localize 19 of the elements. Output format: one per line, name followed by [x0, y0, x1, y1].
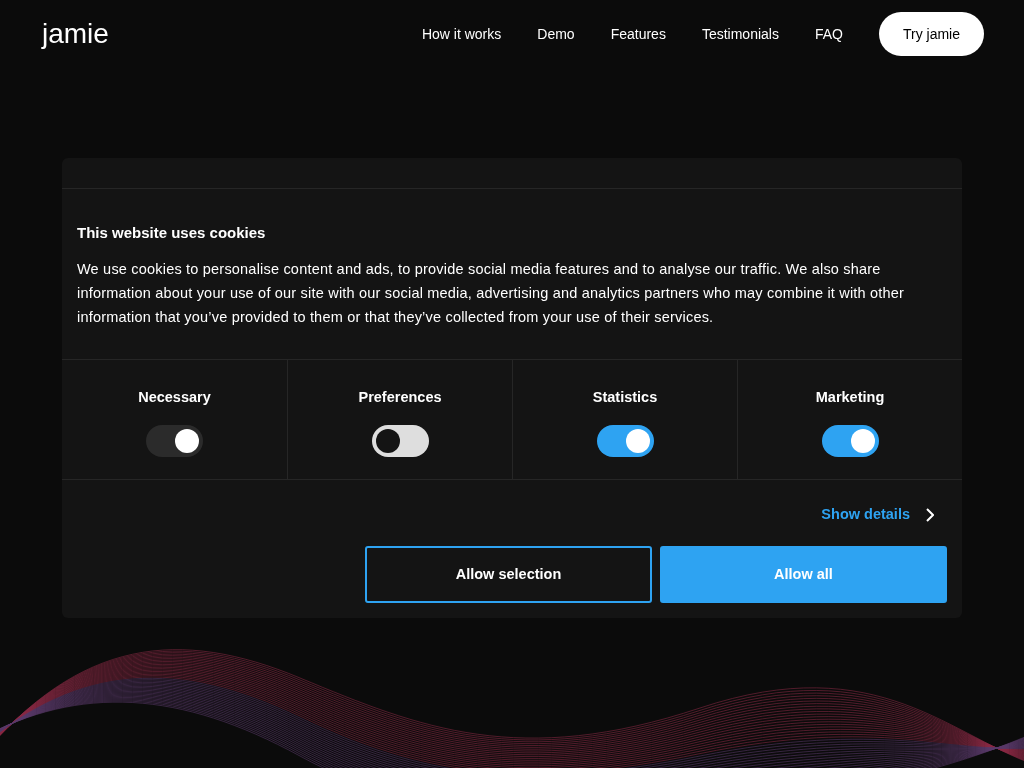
category-label: Marketing: [815, 387, 885, 407]
toggle-switch[interactable]: [596, 425, 654, 458]
nav-link[interactable]: Testimonials: [701, 23, 779, 45]
dialog-title: This website uses cookies: [77, 223, 267, 243]
category-label: Statistics: [592, 387, 658, 407]
try-button[interactable]: Try jamie: [878, 12, 984, 56]
nav-link[interactable]: Features: [610, 23, 666, 45]
show-details-link[interactable]: Show details: [821, 504, 910, 526]
allow-button[interactable]: Allow selection: [365, 546, 652, 603]
dialog-body: We use cookies to personalise content and ads, to provide social media features and to analyse our traffic. We also share information about your use of our site with our social media, advertising and analytics partners who may combine it with other information that you’ve provided to them or that they’ve collected from your use of their services.: [77, 259, 906, 327]
toggle-switch[interactable]: [371, 425, 429, 458]
nav-link[interactable]: Demo: [537, 23, 575, 45]
logo[interactable]: jamie: [42, 13, 109, 55]
toggle-switch[interactable]: [821, 425, 879, 458]
chevron-right-icon: [926, 508, 934, 523]
nav-link[interactable]: FAQ: [814, 23, 843, 45]
category-label: Preferences: [358, 387, 442, 407]
category-label: Necessary: [138, 387, 211, 407]
nav-link[interactable]: How it works: [421, 23, 502, 45]
